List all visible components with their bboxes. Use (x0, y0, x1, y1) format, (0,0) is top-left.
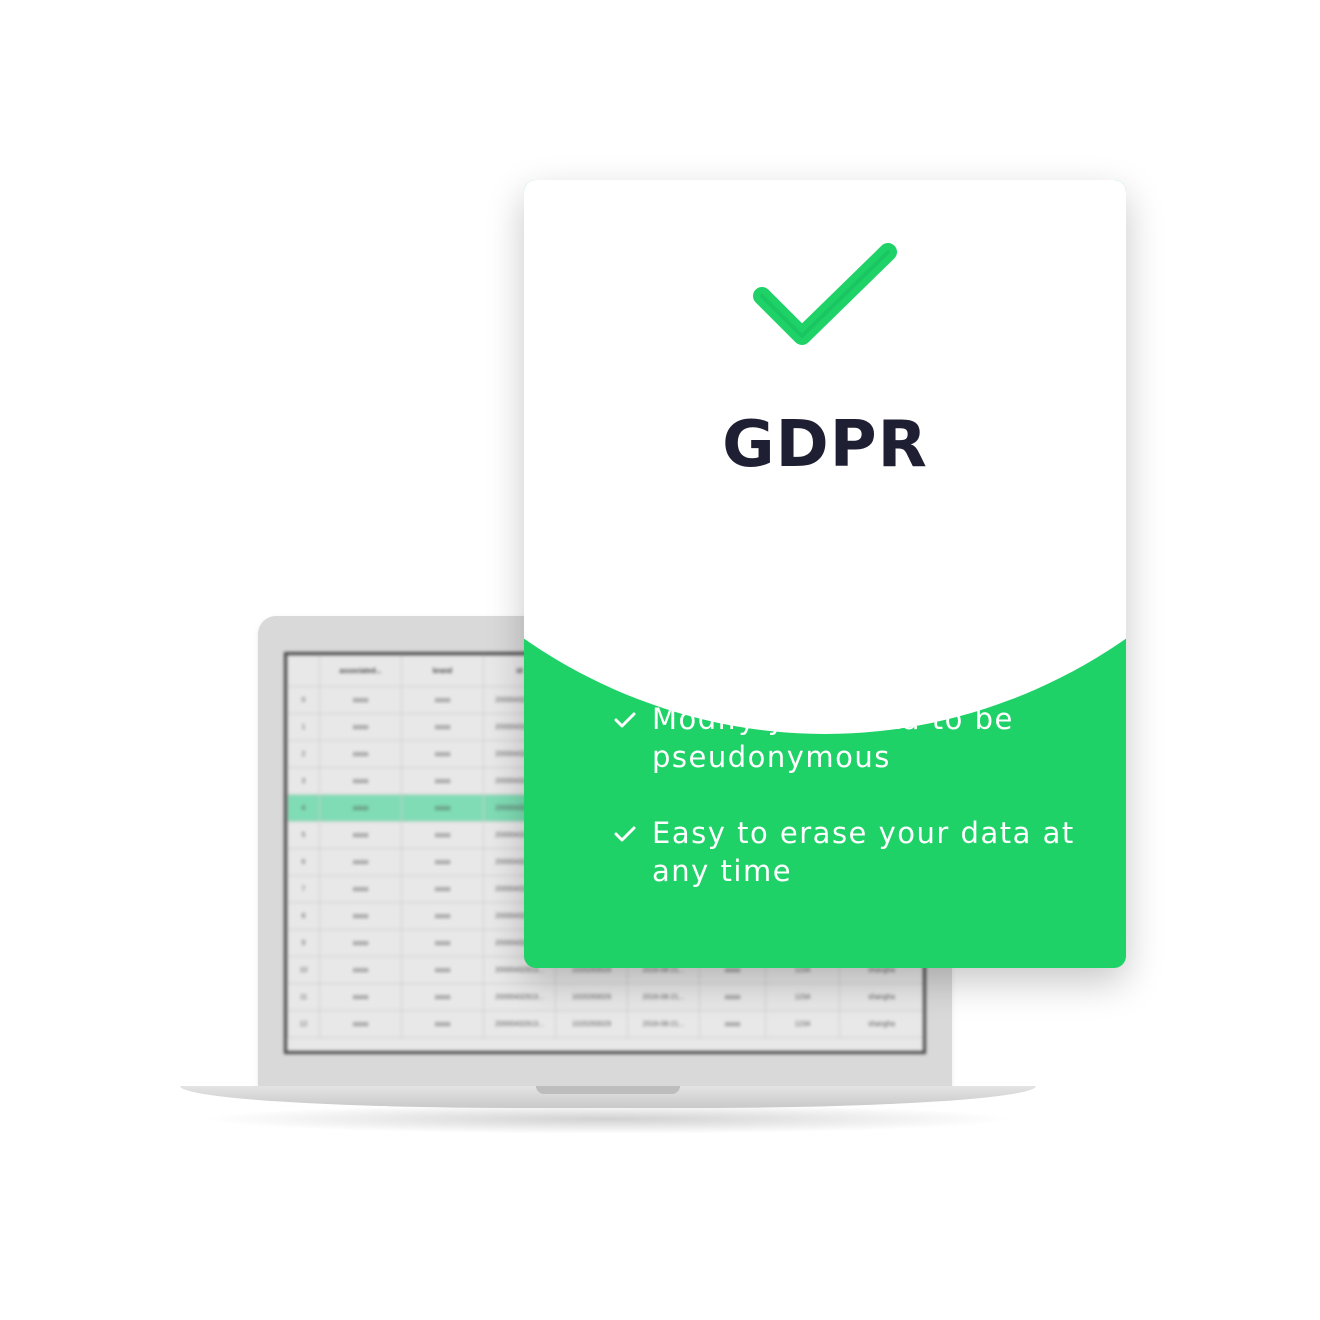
table-cell: aaaa (699, 983, 766, 1011)
table-cell: aaaa (319, 902, 402, 930)
checkmark-icon (614, 712, 636, 728)
gdpr-card: GDPR Your own private data Modify your d… (524, 180, 1126, 968)
table-cell: aaaa (319, 1010, 402, 1038)
table-cell: 20000432913... (483, 1010, 556, 1038)
table-row: 11 aaaa aaaa 20000432913... 1020293029 2016-0… (287, 983, 923, 1011)
table-cell: 3 (287, 767, 320, 795)
table-cell: aaaa (319, 767, 402, 795)
table-cell: aaaa (319, 686, 402, 714)
table-cell: aaaa (401, 821, 484, 849)
checkmark-icon (753, 243, 897, 345)
table-cell: 12 (287, 1010, 320, 1038)
table-cell: aaaa (319, 713, 402, 741)
table-cell: 1020293029 (555, 1010, 628, 1038)
feature-text: Easy to erase your data at any time (652, 816, 1075, 888)
list-item: Your own private data (612, 624, 1092, 662)
laptop-notch (536, 1086, 680, 1094)
card-title: GDPR (722, 408, 928, 482)
table-cell: 1234 (765, 1010, 840, 1038)
table-cell: aaaa (401, 767, 484, 795)
table-cell: 2 (287, 740, 320, 768)
table-header-cell: associated... (319, 655, 402, 687)
table-cell: aaaa (319, 875, 402, 903)
table-cell: 2016-08-21... (627, 983, 700, 1011)
table-cell: aaaa (699, 1010, 766, 1038)
table-cell: 8 (287, 902, 320, 930)
table-cell: aaaa (401, 794, 484, 822)
table-cell: 2016-08-21... (627, 1010, 700, 1038)
table-cell: aaaa (401, 1010, 484, 1038)
feature-text: Your own private data (652, 626, 1001, 660)
table-cell: 6 (287, 848, 320, 876)
table-cell: 7 (287, 875, 320, 903)
laptop-shadow (200, 1104, 1016, 1134)
checkmark-icon (614, 636, 636, 652)
table-header-cell: brand (401, 655, 484, 687)
table-cell: 1 (287, 713, 320, 741)
table-cell: aaaa (401, 848, 484, 876)
table-cell: 20000432913... (483, 983, 556, 1011)
table-cell: aaaa (401, 983, 484, 1011)
table-cell: 9 (287, 929, 320, 957)
feature-list: Your own private data Modify your data t… (612, 624, 1092, 928)
table-cell: 1234 (765, 983, 840, 1011)
table-cell: aaaa (401, 956, 484, 984)
table-cell: shangha (839, 983, 923, 1011)
feature-text: Modify your data to be pseudonymous (652, 702, 1014, 774)
table-cell: aaaa (401, 929, 484, 957)
list-item: Modify your data to be pseudonymous (612, 700, 1092, 776)
table-cell: 5 (287, 821, 320, 849)
table-cell: aaaa (319, 821, 402, 849)
table-cell: aaaa (319, 929, 402, 957)
list-item: Easy to erase your data at any time (612, 814, 1092, 890)
table-cell: 0 (287, 686, 320, 714)
table-cell: aaaa (319, 740, 402, 768)
table-cell: aaaa (401, 713, 484, 741)
table-cell: aaaa (319, 956, 402, 984)
table-cell: aaaa (401, 875, 484, 903)
table-cell: aaaa (401, 902, 484, 930)
table-header-cell (287, 655, 320, 687)
table-cell: aaaa (319, 794, 402, 822)
table-cell: shangha (839, 1010, 923, 1038)
table-cell: aaaa (401, 686, 484, 714)
table-cell: aaaa (319, 848, 402, 876)
table-cell: 1020293029 (555, 983, 628, 1011)
table-cell: 11 (287, 983, 320, 1011)
checkmark-icon (614, 826, 636, 842)
table-row: 12 aaaa aaaa 20000432913... 1020293029 2016-0… (287, 1010, 923, 1038)
table-cell: aaaa (401, 740, 484, 768)
table-cell: aaaa (319, 983, 402, 1011)
table-cell: 4 (287, 794, 320, 822)
table-cell: 10 (287, 956, 320, 984)
